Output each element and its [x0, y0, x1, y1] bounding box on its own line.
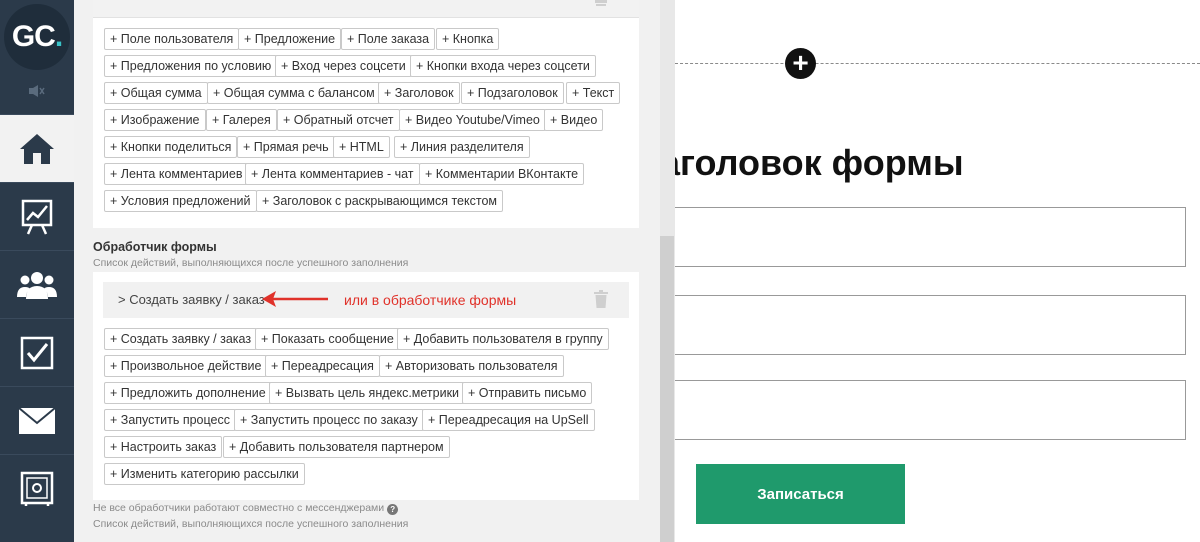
add-html-button[interactable]: + HTML	[333, 136, 390, 158]
add-button-button[interactable]: + Кнопка	[436, 28, 500, 50]
add-redirect-upsell-button[interactable]: + Переадресация на UpSell	[422, 409, 595, 431]
add-upsell-offer-button[interactable]: + Предложить дополнение	[104, 382, 272, 404]
add-social-login-buttons-button[interactable]: + Кнопки входа через соцсети	[410, 55, 596, 77]
add-custom-action-button[interactable]: + Произвольное действие	[104, 355, 268, 377]
left-nav: GC.	[0, 0, 74, 542]
help-icon[interactable]: ?	[387, 504, 399, 515]
nav-item-users[interactable]	[0, 250, 74, 318]
trash-icon[interactable]	[594, 0, 608, 10]
add-block-button[interactable]: +	[785, 48, 816, 79]
messenger-note-text: Не все обработчики работают совместно с …	[93, 502, 385, 514]
add-total-sum-button[interactable]: + Общая сумма	[104, 82, 208, 104]
add-offer-conditions-button[interactable]: + Условия предложений	[104, 190, 257, 212]
mail-icon	[18, 406, 56, 434]
add-countdown-button[interactable]: + Обратный отсчет	[277, 109, 400, 131]
add-user-field-button[interactable]: + Поле пользователя	[104, 28, 240, 50]
scrollbar-thumb-overlay[interactable]	[660, 236, 674, 542]
add-conditional-offers-button[interactable]: + Предложения по условию	[104, 55, 278, 77]
add-configure-order-button[interactable]: + Настроить заказ	[104, 436, 223, 458]
add-metrika-goal-button[interactable]: + Вызвать цель яндекс.метрики	[269, 382, 466, 404]
add-share-buttons-button[interactable]: + Кнопки поделиться	[104, 136, 238, 158]
safe-icon	[20, 471, 54, 506]
add-create-order-button[interactable]: + Создать заявку / заказ	[104, 328, 258, 350]
add-gallery-button[interactable]: + Галерея	[206, 109, 277, 131]
handler-note-2: Список действий, выполняющихся после усп…	[93, 518, 409, 530]
nav-item-tasks[interactable]	[0, 318, 74, 386]
add-authorize-user-button[interactable]: + Авторизовать пользователя	[379, 355, 564, 377]
add-heading-button[interactable]: + Заголовок	[378, 82, 460, 104]
trash-icon[interactable]	[594, 290, 608, 308]
add-user-to-group-button[interactable]: + Добавить пользователя в группу	[397, 328, 609, 350]
add-divider-button[interactable]: + Линия разделителя	[394, 136, 530, 158]
nav-item-mail[interactable]	[0, 386, 74, 454]
add-redirect-button[interactable]: + Переадресация	[265, 355, 380, 377]
annotation-text: или в обработчике формы	[344, 292, 517, 308]
add-quote-button[interactable]: + Прямая речь	[237, 136, 335, 158]
add-youtube-vimeo-button[interactable]: + Видео Youtube/Vimeo	[399, 109, 546, 131]
block-divider	[675, 63, 1200, 64]
chart-icon	[21, 199, 53, 235]
checkbox-icon	[20, 336, 54, 369]
page-canvas	[675, 0, 1200, 542]
submit-button[interactable]: Записаться	[696, 464, 905, 524]
mute-icon[interactable]	[0, 76, 74, 106]
users-icon	[17, 271, 57, 299]
add-send-email-button[interactable]: + Отправить письмо	[462, 382, 593, 404]
add-vk-comments-button[interactable]: + Комментарии ВКонтакте	[419, 163, 585, 185]
nav-item-stats[interactable]	[0, 182, 74, 250]
handler-section-subtitle: Список действий, выполняющихся после усп…	[93, 257, 409, 269]
add-expandable-heading-button[interactable]: + Заголовок с раскрывающимся текстом	[256, 190, 504, 212]
add-offer-button[interactable]: + Предложение	[238, 28, 342, 50]
add-total-with-balance-button[interactable]: + Общая сумма с балансом	[207, 82, 381, 104]
add-change-mailing-category-button[interactable]: + Изменить категорию рассылки	[104, 463, 305, 485]
logo-text: GC	[11, 20, 56, 53]
add-comments-chat-button[interactable]: + Лента комментариев - чат	[245, 163, 420, 185]
handler-section-title: Обработчик формы	[93, 240, 217, 254]
nav-item-home[interactable]	[0, 114, 74, 182]
form-field-1[interactable]	[663, 207, 1186, 267]
add-video-button[interactable]: + Видео	[544, 109, 604, 131]
block-header-strip	[93, 0, 639, 18]
add-partner-user-button[interactable]: + Добавить пользователя партнером	[223, 436, 450, 458]
add-subheading-button[interactable]: + Подзаголовок	[461, 82, 564, 104]
form-field-3[interactable]	[663, 380, 1186, 440]
handler-action-label[interactable]: > Создать заявку / заказ	[118, 292, 265, 307]
add-start-process-order-button[interactable]: + Запустить процесс по заказу	[234, 409, 424, 431]
red-arrow-icon	[262, 291, 328, 307]
logo-dot: .	[54, 20, 63, 53]
add-comments-feed-button[interactable]: + Лента комментариев	[104, 163, 249, 185]
add-order-field-button[interactable]: + Поле заказа	[341, 28, 436, 50]
add-social-login-button[interactable]: + Вход через соцсети	[275, 55, 412, 77]
form-title[interactable]: аголовок формы	[660, 142, 964, 184]
logo[interactable]: GC.	[4, 4, 70, 70]
nav-item-safe[interactable]	[0, 454, 74, 522]
add-show-message-button[interactable]: + Показать сообщение	[255, 328, 400, 350]
add-start-process-button[interactable]: + Запустить процесс	[104, 409, 236, 431]
home-icon	[20, 133, 54, 164]
messenger-note: Не все обработчики работают совместно с …	[93, 502, 399, 515]
add-text-button[interactable]: + Текст	[566, 82, 621, 104]
add-image-button[interactable]: + Изображение	[104, 109, 206, 131]
form-field-2[interactable]	[663, 295, 1186, 355]
